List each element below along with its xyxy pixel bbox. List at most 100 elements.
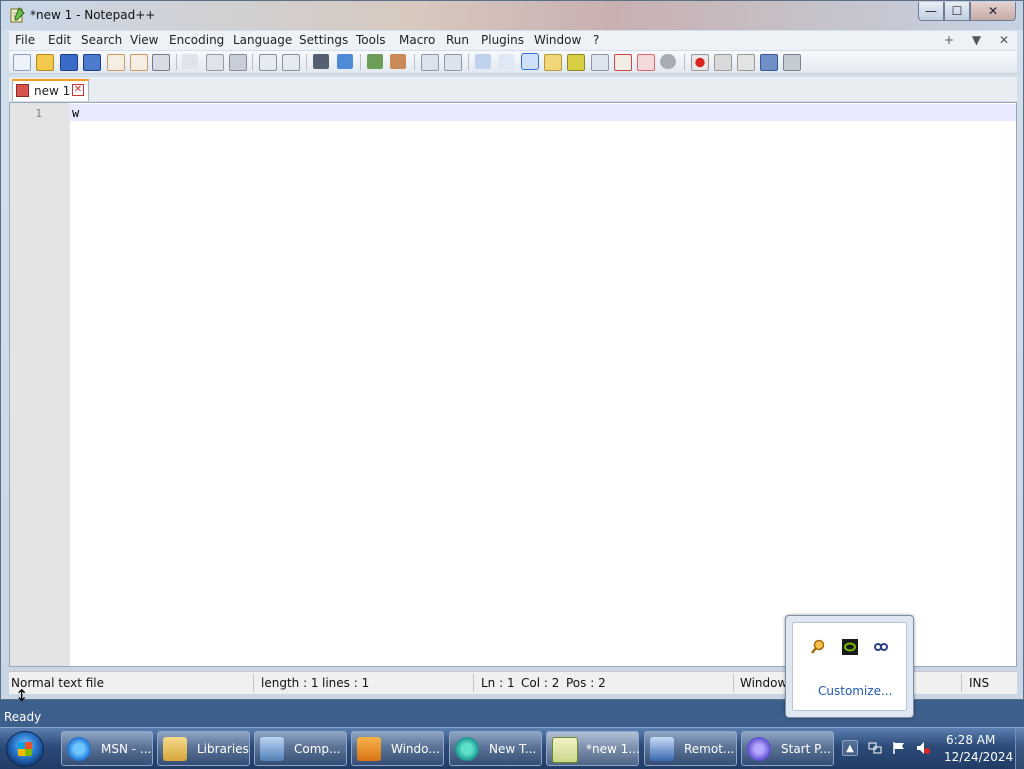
line-number: 1 <box>35 107 42 120</box>
zoom-out-icon[interactable] <box>390 54 406 69</box>
windows-logo-icon <box>18 742 32 756</box>
record-macro-icon[interactable] <box>691 54 709 71</box>
taskbar: MSN - ... Libraries Comp... Windo... New… <box>0 727 1024 769</box>
system-tray: ▲ 6:28 AM 12/24/2024 <box>838 728 1024 769</box>
eye-icon[interactable] <box>660 54 676 69</box>
menu-encoding[interactable]: Encoding <box>169 33 224 47</box>
replace-icon[interactable] <box>337 54 353 69</box>
volume-muted-icon[interactable] <box>916 741 930 755</box>
redo-icon[interactable] <box>282 54 300 71</box>
copy-icon[interactable] <box>206 54 224 71</box>
close-document-button[interactable]: ✕ <box>999 33 1009 47</box>
save-macro-icon[interactable] <box>783 54 801 71</box>
menu-window[interactable]: Window <box>534 33 581 47</box>
start-button[interactable] <box>6 731 44 767</box>
indent-guide-icon[interactable] <box>521 53 539 70</box>
taskbar-item-libraries[interactable]: Libraries <box>157 731 250 766</box>
clock-date[interactable]: 12/24/2024 <box>944 750 1013 764</box>
unsaved-document-icon <box>16 84 29 97</box>
menu-tools[interactable]: Tools <box>356 33 386 47</box>
editor-text-line[interactable]: w <box>72 106 79 120</box>
nvidia-icon[interactable] <box>842 639 858 655</box>
show-hidden-icons-button[interactable]: ▲ <box>842 740 858 756</box>
status-column: Col : 2 <box>521 676 560 690</box>
overflow-icon-panel: Customize... <box>792 622 907 711</box>
show-all-characters-icon[interactable] <box>498 54 514 69</box>
tab-new-1[interactable]: new 1 ✕ <box>12 79 89 101</box>
close-all-icon[interactable] <box>130 54 148 71</box>
tab-list-button[interactable]: ▼ <box>972 33 981 47</box>
action-center-flag-icon[interactable] <box>892 741 906 755</box>
toolbar-separator <box>306 54 307 70</box>
print-icon[interactable] <box>152 54 170 71</box>
save-all-icon[interactable] <box>83 54 101 71</box>
network-icon[interactable] <box>868 741 882 755</box>
user-language-icon[interactable] <box>544 54 562 71</box>
taskbar-item-notepad-plus-plus[interactable]: *new 1... <box>546 731 640 766</box>
new-tab-button[interactable]: + <box>944 33 954 47</box>
clock-time[interactable]: 6:28 AM <box>946 733 995 747</box>
menu-settings[interactable]: Settings <box>299 33 348 47</box>
status-separator <box>253 674 254 692</box>
tab-close-icon[interactable]: ✕ <box>72 84 84 96</box>
taskbar-item-remote-desktop[interactable]: Remot... <box>644 731 737 766</box>
cut-icon[interactable] <box>182 54 198 69</box>
find-icon[interactable] <box>313 54 329 69</box>
link-icon[interactable] <box>873 639 889 655</box>
menu-search[interactable]: Search <box>81 33 122 47</box>
taskbar-label: *new 1... <box>586 742 640 756</box>
status-length: length : 1 <box>261 676 319 690</box>
close-icon[interactable] <box>107 54 125 71</box>
taskbar-label: Libraries <box>197 742 249 756</box>
maximize-button[interactable]: ☐ <box>944 2 970 21</box>
menu-help[interactable]: ? <box>593 33 599 47</box>
save-icon[interactable] <box>60 54 78 71</box>
run-macro-multiple-icon[interactable] <box>760 54 778 71</box>
status-separator <box>473 674 474 692</box>
resize-cursor-icon: ↕ <box>15 686 29 705</box>
taskbar-label: Windo... <box>391 742 440 756</box>
show-desktop-button[interactable] <box>1015 728 1024 769</box>
menu-edit[interactable]: Edit <box>48 33 71 47</box>
menu-view[interactable]: View <box>130 33 158 47</box>
toolbar <box>9 51 1017 74</box>
word-wrap-icon[interactable] <box>475 54 491 69</box>
sync-vertical-icon[interactable] <box>421 54 439 71</box>
customize-link[interactable]: Customize... <box>818 684 892 698</box>
taskbar-item-start-page[interactable]: Start P... <box>741 731 834 766</box>
taskbar-item-computer[interactable]: Comp... <box>254 731 347 766</box>
menu-run[interactable]: Run <box>446 33 469 47</box>
taskbar-item-media-player[interactable]: Windo... <box>351 731 444 766</box>
menu-language[interactable]: Language <box>233 33 292 47</box>
open-file-icon[interactable] <box>36 54 54 71</box>
taskbar-item-new-tab[interactable]: New T... <box>449 731 542 766</box>
paste-icon[interactable] <box>229 54 247 71</box>
function-list-icon[interactable] <box>591 54 609 71</box>
play-macro-icon[interactable] <box>737 54 755 71</box>
toolbar-separator <box>414 54 415 70</box>
editor-area[interactable]: 1 w <box>9 102 1017 667</box>
stop-macro-icon[interactable] <box>714 54 732 71</box>
minimize-button[interactable]: — <box>918 2 944 21</box>
new-file-icon[interactable] <box>13 54 31 71</box>
search-tool-icon[interactable] <box>810 639 826 655</box>
ready-text: Ready <box>4 710 42 724</box>
taskbar-item-msn[interactable]: MSN - ... <box>61 731 153 766</box>
undo-icon[interactable] <box>259 54 277 71</box>
computer-icon <box>260 737 284 761</box>
status-position: Pos : 2 <box>566 676 606 690</box>
sync-horizontal-icon[interactable] <box>444 54 462 71</box>
monitoring-icon[interactable] <box>637 54 655 71</box>
menu-macro[interactable]: Macro <box>399 33 435 47</box>
status-separator <box>961 674 962 692</box>
close-button[interactable]: ✕ <box>970 2 1016 21</box>
notepad-plus-plus-icon <box>552 737 578 763</box>
menu-right-controls: + ▼ ✕ <box>930 33 1009 47</box>
zoom-in-icon[interactable] <box>367 54 383 69</box>
taskbar-label: Remot... <box>684 742 735 756</box>
menu-file[interactable]: File <box>15 33 35 47</box>
doc-map-icon[interactable] <box>567 54 585 71</box>
folder-as-workspace-icon[interactable] <box>614 54 632 71</box>
menu-plugins[interactable]: Plugins <box>481 33 524 47</box>
title-bar[interactable]: *new 1 - Notepad++ — ☐ ✕ <box>1 1 1023 30</box>
